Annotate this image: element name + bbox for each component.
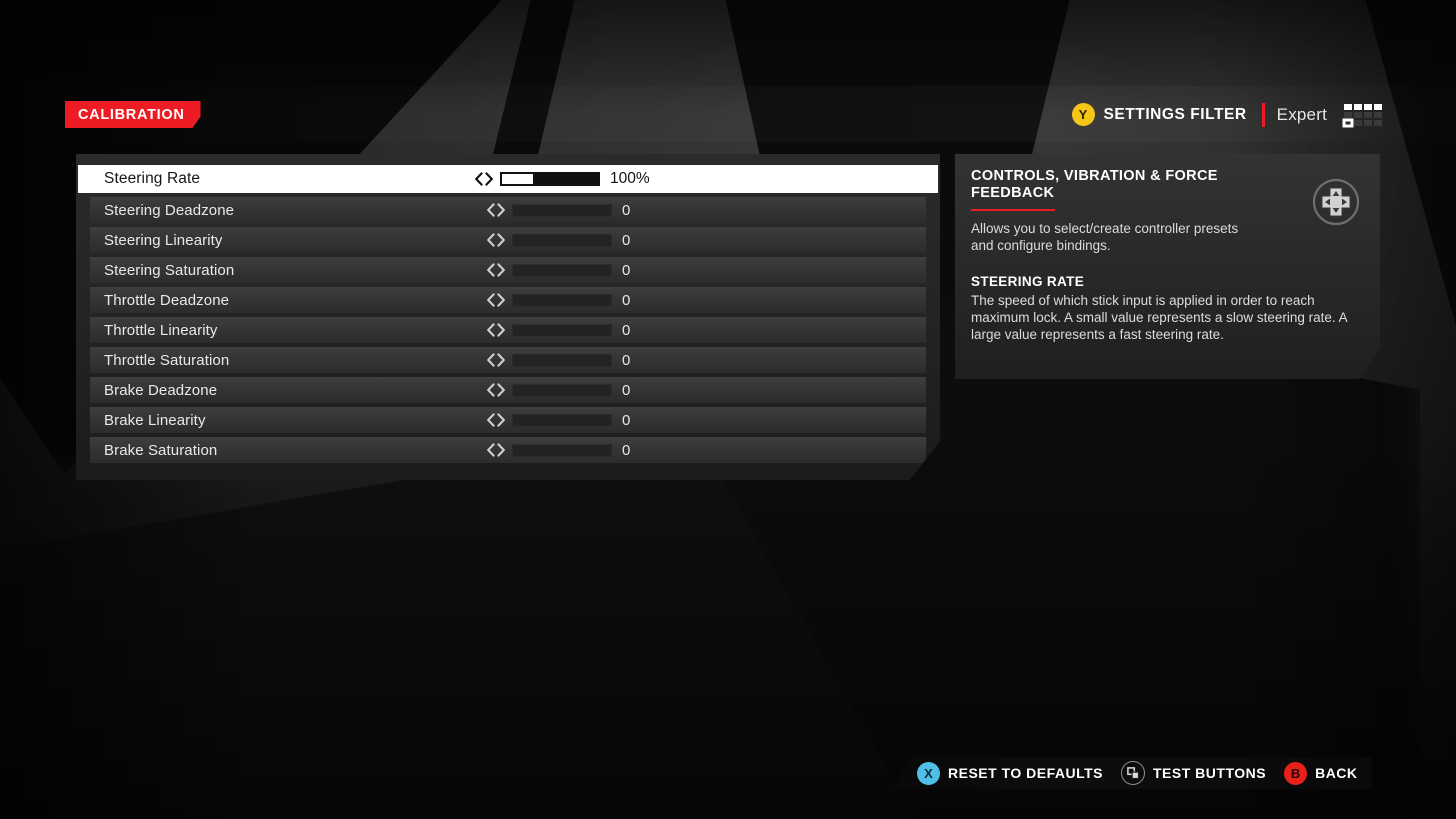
calibration-rows: Steering Rate 100% Steering Deadzone 0 Ste…	[76, 165, 940, 463]
stepper-arrows-icon[interactable]	[485, 293, 507, 307]
setting-slider[interactable]	[512, 353, 612, 367]
tab-calibration-label: CALIBRATION	[78, 106, 185, 123]
setting-row[interactable]: Brake Linearity 0	[90, 407, 926, 433]
action-label: BACK	[1315, 765, 1358, 781]
action-label: RESET TO DEFAULTS	[948, 765, 1103, 781]
setting-slider[interactable]	[512, 443, 612, 457]
setting-slider[interactable]	[512, 323, 612, 337]
action-glyph: X	[924, 765, 933, 781]
setting-row-value: 0	[622, 321, 631, 339]
setting-row[interactable]: Steering Rate 100%	[78, 165, 938, 193]
setting-row-value: 0	[622, 441, 631, 459]
setting-row-label: Throttle Linearity	[104, 321, 218, 339]
button-b-icon[interactable]: B	[1284, 761, 1308, 785]
setting-row[interactable]: Steering Linearity 0	[90, 227, 926, 253]
setting-slider[interactable]	[512, 263, 612, 277]
tab-calibration[interactable]: CALIBRATION	[65, 101, 201, 128]
action-label: TEST BUTTONS	[1153, 765, 1267, 781]
calibration-list-panel: Steering Rate 100% Steering Deadzone 0 Ste…	[76, 154, 940, 480]
settings-filter-control[interactable]: Y SETTINGS FILTER Expert	[1071, 100, 1382, 129]
dpad-icon	[1311, 177, 1361, 227]
setting-row[interactable]: Throttle Deadzone 0	[90, 287, 926, 313]
setting-row-value: 0	[622, 381, 631, 399]
setting-row-label: Throttle Saturation	[104, 351, 230, 369]
setting-row[interactable]: Brake Deadzone 0	[90, 377, 926, 403]
setting-row-label: Brake Saturation	[104, 441, 218, 459]
setting-row-control[interactable]: 0	[485, 412, 630, 429]
setting-row[interactable]: Steering Saturation 0	[90, 257, 926, 283]
stepper-arrows-icon[interactable]	[485, 383, 507, 397]
setting-row-control[interactable]: 0	[485, 232, 630, 249]
setting-row-label: Steering Deadzone	[104, 201, 235, 219]
stepper-arrows-icon[interactable]	[485, 233, 507, 247]
setting-row-value: 0	[622, 411, 631, 429]
settings-level-grid-icon	[1344, 103, 1382, 126]
setting-row-value: 0	[622, 201, 631, 219]
setting-row-label: Brake Linearity	[104, 411, 206, 429]
action-item[interactable]: TEST BUTTONS	[1121, 761, 1266, 785]
stepper-arrows-icon[interactable]	[485, 443, 507, 457]
setting-row-control[interactable]: 0	[485, 292, 630, 309]
stepper-arrows-icon[interactable]	[485, 263, 507, 277]
setting-row-control[interactable]: 100%	[473, 170, 650, 188]
info-panel-title: CONTROLS, VIBRATION & FORCE FEEDBACK	[971, 168, 1218, 202]
setting-row-control[interactable]: 0	[485, 352, 630, 369]
setting-slider[interactable]	[512, 383, 612, 397]
setting-row-label: Steering Linearity	[104, 231, 223, 249]
info-panel-description: Allows you to select/create controller p…	[971, 221, 1239, 254]
setting-row[interactable]: Throttle Linearity 0	[90, 317, 926, 343]
button-y-glyph: Y	[1078, 107, 1088, 122]
stepper-arrows-icon[interactable]	[485, 323, 507, 337]
window-switch-icon[interactable]	[1121, 761, 1145, 785]
game-settings-screen: CALIBRATION Y SETTINGS FILTER Expert Ste…	[0, 0, 1456, 819]
setting-row-value: 100%	[610, 170, 650, 187]
settings-filter-label: SETTINGS FILTER	[1103, 105, 1247, 123]
setting-row-label: Steering Saturation	[104, 261, 235, 279]
setting-row-control[interactable]: 0	[485, 262, 630, 279]
setting-row-label: Steering Rate	[104, 170, 201, 187]
stepper-arrows-icon[interactable]	[485, 413, 507, 427]
setting-row-control[interactable]: 0	[485, 202, 630, 219]
info-panel-sub-description: The speed of which stick input is applie…	[971, 292, 1347, 343]
settings-filter-value: Expert	[1276, 104, 1327, 124]
setting-row-label: Throttle Deadzone	[104, 291, 230, 309]
setting-row-value: 0	[622, 261, 631, 279]
setting-row-control[interactable]: 0	[485, 382, 630, 399]
stepper-arrows-icon[interactable]	[473, 172, 495, 186]
setting-row-control[interactable]: 0	[485, 442, 630, 459]
setting-slider[interactable]	[512, 293, 612, 307]
stepper-arrows-icon[interactable]	[485, 353, 507, 367]
button-y-icon[interactable]: Y	[1071, 103, 1095, 126]
info-panel: CONTROLS, VIBRATION & FORCE FEEDBACK All…	[955, 154, 1380, 379]
info-panel-rule	[971, 209, 1055, 212]
button-x-icon[interactable]: X	[917, 761, 940, 785]
setting-row-control[interactable]: 0	[485, 322, 630, 339]
stepper-arrows-icon[interactable]	[485, 203, 507, 217]
setting-slider[interactable]	[512, 413, 612, 427]
action-item[interactable]: X RESET TO DEFAULTS	[917, 761, 1103, 785]
setting-row-value: 0	[622, 291, 631, 309]
setting-row[interactable]: Brake Saturation 0	[90, 437, 926, 463]
setting-row-label: Brake Deadzone	[104, 381, 218, 399]
filter-divider	[1261, 102, 1265, 127]
setting-slider[interactable]	[512, 233, 612, 247]
setting-row-value: 0	[622, 351, 631, 369]
setting-row[interactable]: Steering Deadzone 0	[90, 197, 926, 223]
info-panel-subtitle: STEERING RATE	[971, 273, 1085, 289]
action-glyph: B	[1290, 765, 1301, 781]
setting-row-value: 0	[622, 231, 631, 249]
action-bar: X RESET TO DEFAULTS TEST BUTTONS B BACK	[893, 757, 1372, 789]
setting-slider[interactable]	[512, 203, 612, 217]
setting-slider[interactable]	[500, 172, 600, 186]
setting-row[interactable]: Throttle Saturation 0	[90, 347, 926, 373]
action-item[interactable]: B BACK	[1284, 761, 1358, 785]
